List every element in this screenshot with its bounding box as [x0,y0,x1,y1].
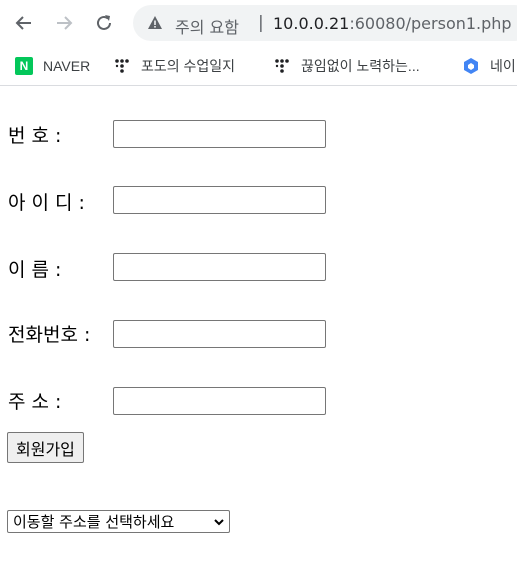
name-input[interactable] [113,253,326,281]
reload-icon [97,15,111,30]
bookmark-label: 포도의 수업일지 [141,58,236,74]
reload-button[interactable] [90,9,118,37]
forward-button[interactable] [50,9,78,37]
browser-toolbar: 주의 요함 | 10.0.0.21:60080/person1.php [0,0,517,46]
name-label: 이 름 : [8,259,62,281]
url-path: :60080/person1.php [349,14,512,33]
number-label: 번 호 : [8,125,62,147]
id-input[interactable] [113,186,326,214]
security-label[interactable]: 주의 요함 [175,14,239,38]
bookmark-nei[interactable]: 네이 [462,55,516,77]
address-label: 주 소 : [8,391,62,413]
dots-icon [113,57,131,75]
back-arrow-icon [15,16,31,30]
number-input[interactable] [113,120,326,148]
address-select[interactable]: 이동할 주소를 선택하세요 [7,510,230,533]
url-text[interactable]: 10.0.0.21:60080/person1.php [273,14,512,33]
bookmark-podo[interactable]: 포도의 수업일지 [113,55,235,77]
bookmark-label: NAVER [43,58,91,74]
warning-icon[interactable] [147,15,163,31]
address-input[interactable] [113,387,326,415]
phone-input[interactable] [113,320,326,348]
id-label: 아 이 디 : [8,192,85,214]
address-bar[interactable]: 주의 요함 | 10.0.0.21:60080/person1.php [133,5,517,41]
bookmark-label: 끊임없이 노력하는... [301,58,420,74]
bookmark-effort[interactable]: 끊임없이 노력하는... [273,55,420,77]
dots-icon [273,57,291,75]
signup-button[interactable]: 회원가입 [7,432,84,463]
forward-arrow-icon [57,16,73,30]
chevron-down-icon [214,519,224,526]
address-select-value: 이동할 주소를 선택하세요 [13,513,175,531]
bookmark-label: 네이 [490,58,516,74]
url-separator: | [258,13,264,33]
url-host: 10.0.0.21 [273,14,350,33]
back-button[interactable] [10,9,38,37]
cube-icon [462,57,480,75]
naver-icon: N [15,57,33,75]
bookmark-naver[interactable]: N NAVER [15,55,90,77]
phone-label: 전화번호 : [8,324,91,346]
bookmarks-bar: N NAVER 포도의 수업일지 끊임없이 노력하는... 네이 [0,46,517,86]
